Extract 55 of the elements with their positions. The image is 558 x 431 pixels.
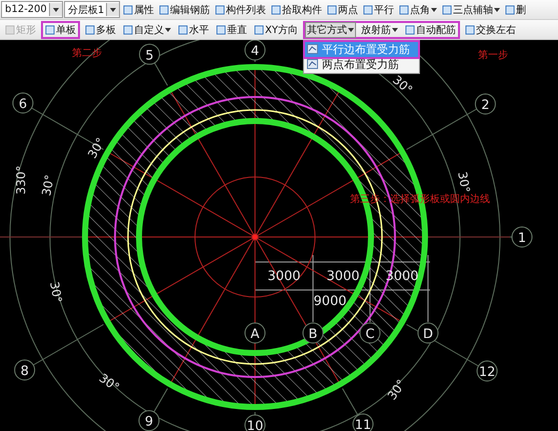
toolbar-button[interactable]: 垂直 — [214, 22, 249, 38]
angle-label: 30° — [47, 280, 65, 304]
caret-icon — [494, 8, 500, 12]
toolbar-button[interactable]: 属性 — [121, 2, 156, 18]
toolbar-button[interactable]: 构件列表 — [213, 2, 268, 18]
step-note: 第二步 — [72, 48, 102, 59]
axis-bubble: B — [302, 322, 324, 344]
axis-bubble: D — [418, 322, 438, 344]
toolbar-button[interactable]: XY方向 — [252, 22, 300, 38]
axis-bubble: A — [244, 322, 266, 344]
axis-bubble: 4 — [244, 40, 266, 60]
angle-label: 30° — [390, 72, 416, 98]
toolbar-button[interactable]: 删 — [503, 2, 528, 18]
angle-label: 30° — [455, 170, 473, 194]
toolbar-button[interactable]: 平行 — [361, 2, 396, 18]
toolbar-button[interactable]: 多板 — [83, 22, 118, 38]
toolbar-button[interactable]: 放射筋 — [358, 22, 400, 38]
axis-bubble: 6 — [12, 92, 34, 114]
menu-item[interactable]: 两点布置受力筋 — [304, 56, 418, 72]
layer-dropdown[interactable]: 分层板1 — [64, 1, 120, 18]
dimension-text: 3000 — [326, 269, 360, 284]
axis-bubble: 12 — [476, 360, 498, 382]
axis-bubble: 5 — [139, 44, 160, 65]
toolbar-button[interactable]: 自动配筋 — [402, 22, 458, 38]
toolbar-button[interactable]: 自定义 — [121, 22, 173, 38]
rebar-icon — [306, 44, 318, 54]
caret-icon — [392, 28, 398, 32]
toolbar-button[interactable]: 水平 — [176, 22, 211, 38]
toolbar-button[interactable]: 交换左右 — [462, 22, 518, 38]
caret-icon — [110, 8, 116, 12]
caret-icon — [52, 8, 59, 12]
axis-bubble: 1 — [512, 226, 532, 248]
axis-bubble: 9 — [138, 410, 160, 431]
angle-label: 30° — [39, 174, 57, 197]
toolbar-button[interactable]: 编辑钢筋 — [157, 2, 212, 18]
toolbar-button[interactable]: 其它方式 — [304, 22, 356, 38]
toolbar-button[interactable]: 三点辅轴 — [440, 2, 502, 18]
angle-label: 30° — [96, 370, 122, 395]
step-note: 第一步 — [478, 50, 508, 61]
caret-icon — [348, 28, 354, 32]
axis-bubble: 2 — [474, 94, 496, 114]
caret-icon — [165, 28, 171, 32]
dimension-text: 9000 — [313, 294, 347, 309]
toolbar-button[interactable]: 两点 — [325, 2, 360, 18]
angle-label: 330° — [14, 166, 28, 194]
caret-icon — [431, 8, 438, 12]
toolbar-button[interactable]: 点角 — [397, 2, 440, 18]
axis-bubble: 10 — [244, 414, 266, 431]
axis-bubble: 11 — [352, 414, 374, 431]
axis-bubble: C — [360, 322, 380, 344]
rebar-icon — [306, 59, 318, 69]
toolbar-button[interactable]: 拾取构件 — [269, 2, 324, 18]
toolbar-button[interactable]: 单板 — [43, 22, 78, 38]
axis-bubble: 8 — [14, 360, 36, 380]
layer-dropdown[interactable]: b12-200 — [1, 1, 63, 18]
